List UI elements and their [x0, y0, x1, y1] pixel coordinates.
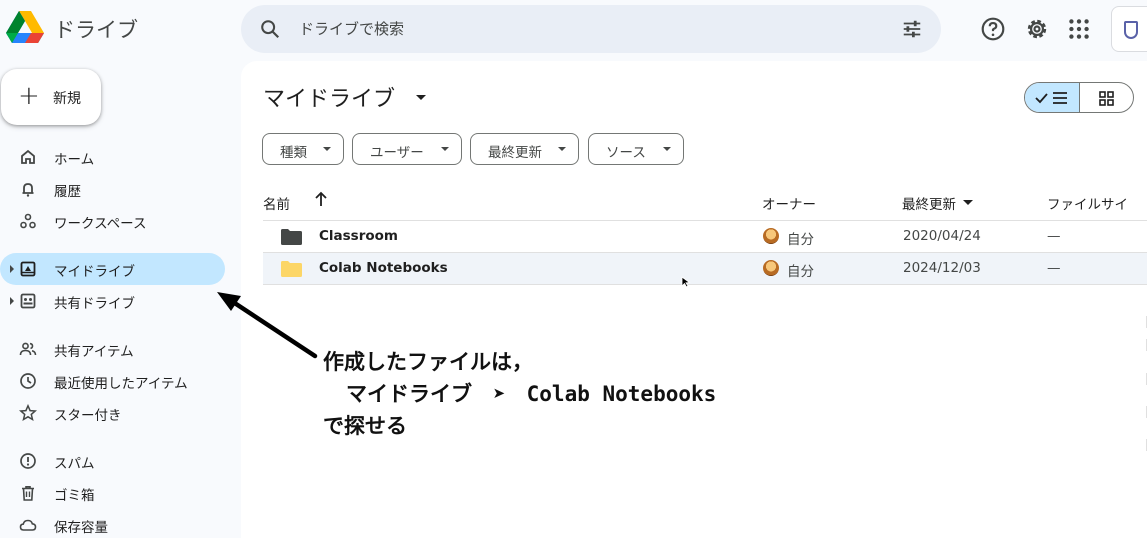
sidebar-item-label: ワークスペース	[54, 216, 147, 232]
help-icon[interactable]	[980, 16, 1006, 42]
sidebar-item-home[interactable]: ホーム	[0, 141, 225, 173]
home-icon	[21, 149, 35, 164]
spam-icon	[20, 453, 36, 469]
new-button[interactable]: + 新規	[1, 69, 101, 125]
my-drive-icon	[20, 261, 36, 277]
sidebar-item-label: スター付き	[54, 408, 122, 424]
main-panel: マイドライブ 種類 ユーザー 最終更新 ソース 名前 オーナー 最終更新 ファイ…	[241, 61, 1147, 538]
new-button-label: 新規	[53, 91, 81, 107]
owner-name: 自分	[787, 232, 814, 248]
sidebar-item-storage[interactable]: 保存容量	[0, 509, 225, 538]
owner-avatar	[763, 228, 779, 244]
sidebar-item-trash[interactable]: ゴミ箱	[0, 477, 225, 509]
column-header-size[interactable]: ファイルサイ	[1047, 193, 1128, 213]
file-size: —	[1047, 260, 1061, 276]
table-row[interactable]: Classroom 自分 2020/04/24 —	[263, 221, 1147, 253]
people-icon	[19, 342, 37, 356]
folder-icon	[281, 261, 302, 277]
sort-ascending-icon[interactable]	[313, 190, 329, 208]
sidebar-item-history[interactable]: 履歴	[0, 173, 225, 205]
dropdown-arrow-icon	[441, 147, 449, 151]
shared-drives-icon	[20, 293, 36, 309]
modified-date: 2024/12/03	[903, 260, 981, 276]
trash-icon	[22, 486, 34, 501]
sidebar-item-label: マイドライブ	[54, 264, 135, 280]
chip-label: ユーザー	[370, 145, 424, 161]
sidebar-item-spam[interactable]: スパム	[0, 445, 225, 477]
dropdown-arrow-icon	[558, 147, 566, 151]
file-size: —	[1047, 228, 1061, 244]
search-icon[interactable]	[259, 18, 281, 40]
app-name[interactable]: ドライブ	[54, 14, 138, 44]
file-name[interactable]: Colab Notebooks	[319, 260, 448, 276]
star-icon	[19, 404, 37, 422]
table-row[interactable]: Colab Notebooks 自分 2024/12/03 —	[263, 253, 1147, 285]
sidebar-item-label: スパム	[54, 456, 95, 472]
filter-modified-chip[interactable]: 最終更新	[470, 133, 579, 165]
sidebar-item-label: 保存容量	[54, 520, 108, 536]
account-button[interactable]	[1111, 6, 1147, 52]
sidebar-item-workspaces[interactable]: ワークスペース	[0, 205, 225, 237]
check-list-icon	[1035, 92, 1067, 104]
sidebar-item-label: 履歴	[54, 184, 81, 200]
annotation-line-3: で探せる	[323, 414, 407, 438]
settings-gear-icon[interactable]	[1024, 16, 1050, 42]
owner-name: 自分	[787, 264, 814, 280]
grid-view-button[interactable]	[1080, 83, 1133, 112]
list-view-button[interactable]	[1025, 83, 1080, 112]
expand-caret-icon[interactable]	[10, 297, 14, 305]
sidebar-item-starred[interactable]: スター付き	[0, 397, 225, 429]
folder-icon	[281, 229, 302, 245]
mouse-cursor-icon	[681, 276, 691, 288]
column-header-owner[interactable]: オーナー	[762, 193, 816, 213]
dropdown-arrow-icon	[663, 147, 671, 151]
annotation-line-2: マイドライブ ➤ Colab Notebooks	[346, 382, 717, 406]
sidebar-item-label: 共有アイテム	[54, 344, 134, 360]
plus-icon: +	[18, 81, 40, 111]
owner-avatar	[763, 260, 779, 276]
workspaces-icon	[20, 213, 36, 229]
cloud-icon	[19, 519, 37, 531]
bell-icon	[22, 183, 34, 197]
sidebar-item-label: 最近使用したアイテム	[54, 376, 188, 392]
annotation-line-1: 作成したファイルは，	[323, 350, 533, 374]
sidebar-item-label: 共有ドライブ	[54, 296, 135, 312]
google-drive-logo[interactable]	[6, 11, 44, 45]
file-name[interactable]: Classroom	[319, 228, 398, 244]
chip-label: 種類	[280, 145, 307, 161]
sidebar-item-recent[interactable]: 最近使用したアイテム	[0, 365, 225, 397]
search-options-icon[interactable]	[901, 18, 923, 40]
apps-grid-icon[interactable]	[1066, 16, 1092, 42]
annotation-arrow	[217, 292, 318, 359]
sidebar-item-shared-drives[interactable]: 共有ドライブ	[0, 285, 225, 317]
dropdown-arrow-icon	[323, 147, 331, 151]
sidebar-item-shared-with-me[interactable]: 共有アイテム	[0, 333, 225, 365]
sidebar-item-label: ゴミ箱	[54, 488, 95, 504]
grid-icon	[1099, 91, 1114, 106]
page-title[interactable]: マイドライブ	[263, 81, 395, 113]
search-input[interactable]: ドライブで検索	[299, 18, 404, 39]
chip-label: 最終更新	[488, 145, 542, 161]
filter-source-chip[interactable]: ソース	[588, 133, 684, 165]
sort-descending-icon[interactable]	[963, 200, 973, 205]
clock-icon	[20, 373, 36, 389]
title-dropdown-icon[interactable]	[416, 95, 426, 100]
chip-label: ソース	[606, 145, 646, 161]
search-bar[interactable]: ドライブで検索	[241, 5, 941, 53]
sidebar-item-label: ホーム	[54, 152, 95, 168]
view-toggle	[1024, 82, 1134, 113]
filter-type-chip[interactable]: 種類	[262, 133, 344, 165]
column-header-name[interactable]: 名前	[263, 193, 290, 213]
top-bar: ドライブ ドライブで検索	[0, 0, 1147, 62]
modified-date: 2020/04/24	[903, 228, 981, 244]
filter-user-chip[interactable]: ユーザー	[352, 133, 462, 165]
expand-caret-icon[interactable]	[10, 265, 14, 273]
sidebar-item-my-drive[interactable]: マイドライブ	[0, 253, 225, 285]
column-header-modified[interactable]: 最終更新	[902, 193, 956, 213]
organization-crest-icon	[1124, 21, 1138, 39]
